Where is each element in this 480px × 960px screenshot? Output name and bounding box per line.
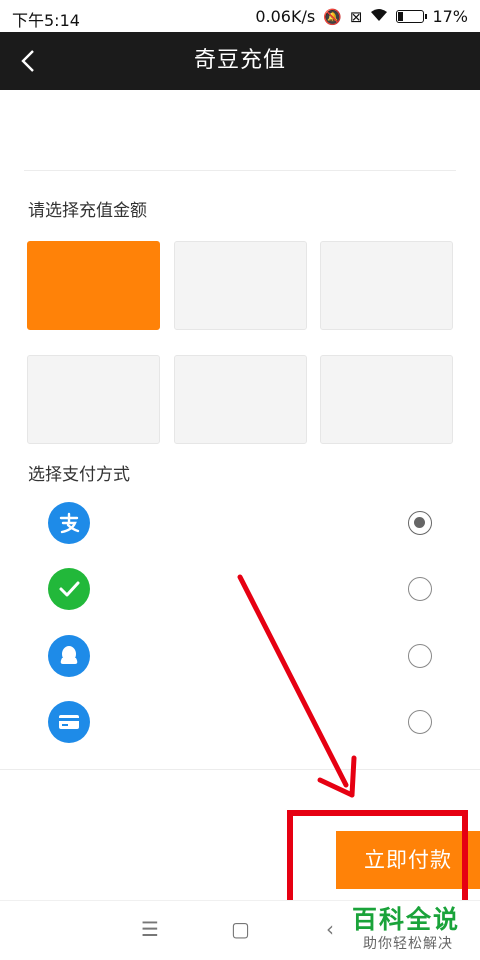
battery-percent: 17% — [432, 7, 468, 26]
amount-option-3[interactable] — [320, 241, 453, 330]
pay-radio-qq[interactable] — [408, 644, 432, 668]
amount-option-2[interactable] — [174, 241, 307, 330]
mute-icon: 🔕 — [323, 7, 342, 26]
wechat-pay-icon — [48, 568, 90, 610]
payment-section-label: 选择支付方式 — [28, 465, 130, 485]
amount-option-4[interactable] — [27, 355, 160, 444]
content-divider — [0, 769, 480, 770]
pay-method-alipay[interactable] — [0, 502, 480, 562]
battery-icon — [396, 10, 428, 23]
bank-card-icon — [48, 701, 90, 743]
status-icons: 0.06K/s 🔕 ⊠ 17% — [255, 7, 468, 26]
page-title: 奇豆充值 — [193, 48, 286, 73]
alipay-icon — [48, 502, 90, 544]
annotation-highlight-box — [287, 810, 468, 906]
amount-grid — [27, 241, 454, 444]
watermark-title: 百科全说 — [352, 905, 461, 934]
qq-wallet-icon — [48, 635, 90, 677]
sim-icon: ⊠ — [349, 7, 363, 26]
status-time: 下午5:14 — [12, 11, 80, 30]
home-square-icon[interactable]: ▢ — [231, 917, 250, 941]
watermark-subtitle: 助你轻松解决 — [363, 936, 453, 952]
amount-option-6[interactable] — [320, 355, 453, 444]
account-divider — [24, 170, 456, 171]
pay-method-wechat[interactable] — [0, 568, 480, 628]
menu-icon[interactable]: ☰ — [141, 917, 159, 941]
amount-section-label: 请选择充值金额 — [28, 201, 147, 221]
back-triangle-icon[interactable]: ‹ — [326, 917, 334, 941]
status-bar: 下午5:14 0.06K/s 🔕 ⊠ 17% — [0, 0, 480, 32]
wifi-icon — [370, 8, 388, 26]
amount-option-1[interactable] — [27, 241, 160, 330]
pay-radio-wechat[interactable] — [408, 577, 432, 601]
pay-method-card[interactable] — [0, 701, 480, 761]
amount-option-5[interactable] — [174, 355, 307, 444]
pay-radio-card[interactable] — [408, 710, 432, 734]
app-header: 奇豆充值 — [0, 32, 480, 90]
pay-radio-alipay[interactable] — [408, 511, 432, 535]
watermark: 百科全说 助你轻松解决 — [348, 900, 476, 956]
pay-method-qq[interactable] — [0, 635, 480, 695]
network-speed: 0.06K/s — [255, 7, 316, 26]
